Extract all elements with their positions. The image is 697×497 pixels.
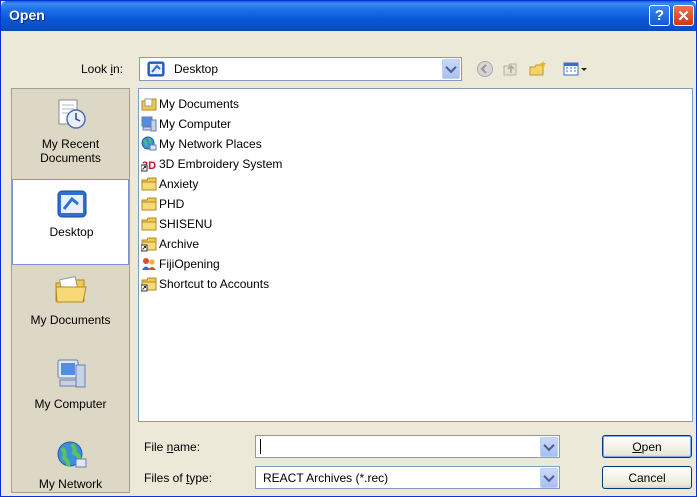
place-desktop[interactable]: Desktop [12,179,129,265]
my-documents-icon [55,275,87,303]
list-item[interactable]: Anxiety [141,174,198,193]
file-type-dropdown[interactable]: REACT Archives (*.rec) [255,466,560,489]
place-my-recent-documents[interactable]: My Recent Documents [12,89,129,175]
new-folder-icon[interactable] [528,59,548,79]
list-item[interactable]: Shortcut to Accounts [141,274,269,293]
my-computer-icon [141,116,157,131]
network-icon [141,136,157,150]
list-item[interactable]: My Documents [141,94,239,113]
cancel-button[interactable]: Cancel [602,466,692,489]
place-label: My Network [38,477,103,491]
look-in-dropdown[interactable]: Desktop [139,57,462,81]
place-my-network[interactable]: My Network [12,431,129,492]
folder-icon [141,217,157,230]
place-my-documents[interactable]: My Documents [12,265,129,351]
place-my-computer[interactable]: My Computer [12,349,129,435]
place-label: My Recent Documents [40,137,101,165]
place-label: My Computer [34,397,107,411]
list-item[interactable]: PHD [141,194,184,213]
close-icon: ✕ [677,7,690,25]
3d-app-shortcut-icon: 3D [141,157,157,172]
title-bar[interactable]: Open ? ✕ [1,1,696,31]
chevron-down-icon[interactable] [540,437,558,457]
folder-icon [141,197,157,210]
list-item[interactable]: 3D 3D Embroidery System [141,154,282,173]
network-icon [57,441,87,468]
open-dialog: Open ? ✕ Look in: Desktop My Recent Docu… [0,0,697,497]
desktop-icon [147,61,165,77]
desktop-icon [57,190,87,218]
list-item[interactable]: FijiOpening [141,254,220,273]
list-item[interactable]: My Computer [141,114,231,133]
text-caret [260,439,261,454]
place-label: My Documents [30,313,111,327]
recent-documents-icon [58,99,86,129]
look-in-label: Look in: [81,62,124,76]
file-type-value: REACT Archives (*.rec) [263,471,389,485]
help-button[interactable]: ? [649,5,670,26]
places-bar: My Recent Documents Desktop My Documents [11,88,130,493]
list-item[interactable]: Archive [141,234,199,253]
up-folder-icon[interactable] [501,59,521,79]
list-item[interactable]: SHISENU [141,214,212,233]
list-item[interactable]: My Network Places [141,134,262,153]
folder-icon [141,177,157,190]
my-computer-icon [57,359,86,388]
back-icon[interactable] [475,59,495,79]
my-documents-icon [141,98,157,110]
chevron-down-icon[interactable] [540,468,558,488]
file-list[interactable]: My Documents My Computer My Network Plac… [138,88,693,422]
help-icon: ? [654,7,665,24]
file-name-label: File name: [144,440,201,454]
open-button[interactable]: Open [602,435,692,458]
views-menu-icon[interactable] [562,59,592,79]
chevron-down-icon[interactable] [442,59,460,79]
window-title: Open [9,7,45,23]
folder-shortcut-icon [141,277,157,291]
file-type-label: Files of type: [144,471,213,485]
close-button[interactable]: ✕ [673,5,694,26]
folder-shortcut-icon [141,237,157,251]
look-in-value: Desktop [174,62,219,76]
place-label: Desktop [49,225,94,239]
people-icon [142,257,156,270]
file-name-input[interactable] [255,435,560,458]
